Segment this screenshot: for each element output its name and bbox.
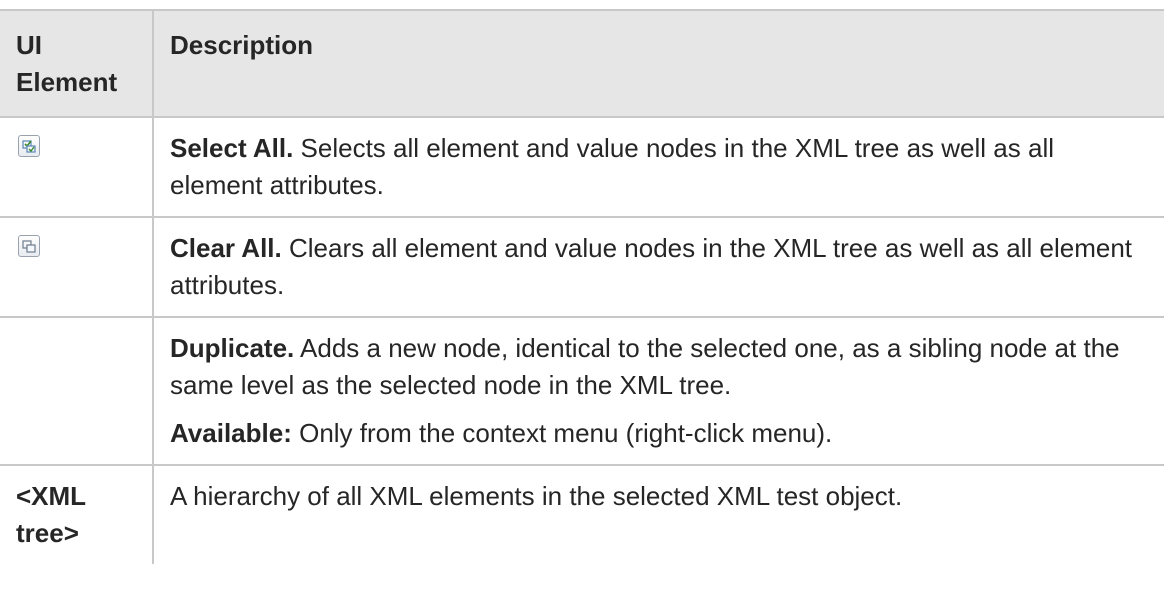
ui-element-name: <XML tree>: [0, 464, 154, 564]
availability-label: Available:: [170, 418, 292, 448]
table-row: <XML tree> A hierarchy of all XML elemen…: [0, 464, 1164, 564]
description-text: Selects all element and value nodes in t…: [170, 133, 1054, 200]
availability-text: Only from the context menu (right-click …: [291, 418, 833, 448]
term-label: Clear All.: [170, 233, 282, 263]
table-row: Duplicate. Adds a new node, identical to…: [0, 316, 1164, 466]
term-label: Select All.: [170, 133, 294, 163]
term-label: Duplicate.: [170, 333, 295, 363]
header-ui-element: UI Element: [0, 9, 154, 118]
description-text: Adds a new node, identical to the select…: [170, 333, 1120, 400]
ui-elements-table: UI Element Description Select All. Selec…: [0, 9, 1164, 564]
header-description: Description: [152, 9, 1164, 118]
description-cell: Select All. Selects all element and valu…: [152, 116, 1164, 218]
ui-element-cell: [0, 116, 154, 218]
description-cell: Duplicate. Adds a new node, identical to…: [152, 316, 1164, 466]
table-row: Select All. Selects all element and valu…: [0, 116, 1164, 218]
ui-element-cell: [0, 316, 154, 466]
table-header-row: UI Element Description: [0, 9, 1164, 118]
clear-all-icon: [18, 235, 40, 257]
ui-element-cell: [0, 216, 154, 318]
description-cell: A hierarchy of all XML elements in the s…: [152, 464, 1164, 564]
description-text: Clears all element and value nodes in th…: [170, 233, 1133, 300]
description-cell: Clear All. Clears all element and value …: [152, 216, 1164, 318]
select-all-icon: [18, 135, 40, 157]
table-row: Clear All. Clears all element and value …: [0, 216, 1164, 318]
